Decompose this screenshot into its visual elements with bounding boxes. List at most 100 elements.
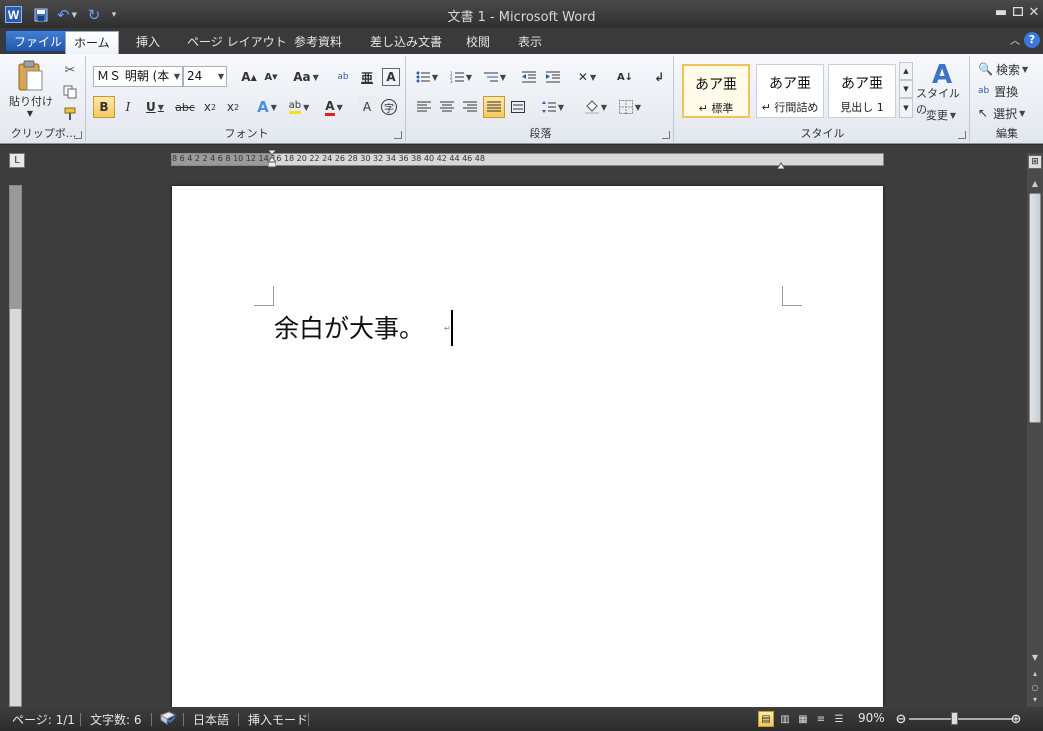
shrink-font-icon[interactable]: A ▼ xyxy=(262,68,280,86)
tab-insert[interactable]: 挿入 xyxy=(128,31,168,54)
grow-font-icon[interactable]: A ▲ xyxy=(240,68,258,86)
close-button[interactable]: ✕ xyxy=(1025,4,1043,22)
font-launcher-icon[interactable] xyxy=(394,131,402,139)
align-left-icon[interactable] xyxy=(414,96,434,118)
italic-button[interactable]: I xyxy=(118,96,138,118)
print-layout-view-icon[interactable]: ▤ xyxy=(758,711,774,727)
document-page[interactable]: 余白が大事。 ↵ xyxy=(172,186,883,707)
clear-formatting-icon[interactable]: 亜 xyxy=(358,68,376,86)
scroll-down-icon[interactable]: ▼ xyxy=(1030,653,1040,662)
browse-object-icon[interactable]: ○ xyxy=(1030,683,1040,692)
zoom-out-icon[interactable]: ⊖ xyxy=(893,711,909,727)
multilevel-list-icon[interactable]: ▼ xyxy=(482,68,508,86)
zoom-in-icon[interactable]: ⊕ xyxy=(1008,711,1024,727)
help-icon[interactable]: ? xyxy=(1024,32,1040,48)
paste-dropdown-icon[interactable]: ▼ xyxy=(22,108,38,118)
text-effects-icon[interactable]: A ▼ xyxy=(254,96,280,118)
character-border-icon[interactable]: A xyxy=(382,68,400,86)
draft-view-icon[interactable]: ☰ xyxy=(831,711,847,727)
word-count[interactable]: 文字数: 6 xyxy=(90,711,142,728)
align-center-icon[interactable] xyxy=(437,96,457,118)
ruler-toggle-icon[interactable]: ⊞ xyxy=(1028,155,1042,169)
styles-scroll-down-icon[interactable]: ▼ xyxy=(899,80,913,98)
right-indent-marker-icon[interactable] xyxy=(776,158,786,170)
tab-page-layout[interactable]: ページ レイアウト xyxy=(179,31,295,54)
tab-home[interactable]: ホーム xyxy=(65,31,119,54)
align-right-icon[interactable] xyxy=(460,96,480,118)
scroll-up-icon[interactable]: ▲ xyxy=(1030,179,1040,188)
shading-icon[interactable]: ▼ xyxy=(582,96,610,118)
numbering-icon[interactable]: 1 2 3 ▼ xyxy=(448,68,474,86)
change-case-icon[interactable]: Aa ▼ xyxy=(293,68,319,86)
superscript-button[interactable]: x2 xyxy=(223,96,243,118)
character-shading-icon[interactable]: A xyxy=(358,96,376,118)
paragraph-launcher-icon[interactable] xyxy=(662,131,670,139)
styles-more-icon[interactable]: ▼ xyxy=(899,98,913,118)
select-arrow-icon: ↖ xyxy=(978,106,989,120)
decrease-indent-icon[interactable] xyxy=(520,68,538,86)
zoom-slider-thumb[interactable] xyxy=(951,712,958,725)
paste-icon[interactable] xyxy=(12,60,48,92)
clipboard-launcher-icon[interactable] xyxy=(74,131,82,139)
asian-layout-icon[interactable]: ✕ ▼ xyxy=(574,68,600,86)
paste-button[interactable]: 貼り付け xyxy=(8,94,54,108)
phonetic-guide-icon[interactable]: ab xyxy=(334,68,352,86)
style-heading-1[interactable]: あア亜 見出し 1 xyxy=(828,64,896,118)
styles-launcher-icon[interactable] xyxy=(958,131,966,139)
bold-button[interactable]: B xyxy=(93,96,115,118)
underline-button[interactable]: U ▼ xyxy=(142,96,168,118)
sort-icon[interactable]: A↓ xyxy=(616,68,634,86)
zoom-level[interactable]: 90% xyxy=(858,711,885,725)
next-page-icon[interactable]: ▾ xyxy=(1030,695,1040,704)
tab-file[interactable]: ファイル xyxy=(5,30,72,52)
cut-icon[interactable]: ✂ xyxy=(62,62,78,78)
styles-scroll-up-icon[interactable]: ▲ xyxy=(899,62,913,80)
style-normal[interactable]: あア亜 ↵ 標準 xyxy=(682,64,750,118)
font-size-combo[interactable]: 24 ▼ xyxy=(183,66,227,87)
previous-page-icon[interactable]: ▴ xyxy=(1030,669,1040,678)
horizontal-ruler[interactable]: 8 6 4 2 2 4 6 8 10 12 14 16 18 20 22 24 … xyxy=(171,149,884,170)
minimize-button[interactable]: ▬ xyxy=(992,4,1010,22)
select-button[interactable]: ↖ 選択 ▼ xyxy=(978,104,1040,122)
distributed-icon[interactable] xyxy=(508,96,528,118)
change-styles-button[interactable]: 変更 ▼ xyxy=(916,108,966,122)
page-count[interactable]: ページ: 1/1 xyxy=(12,711,75,728)
copy-icon[interactable] xyxy=(62,84,78,100)
proofing-icon[interactable] xyxy=(159,711,177,728)
strikethrough-button[interactable]: abc xyxy=(174,96,196,118)
web-layout-icon[interactable]: ▦ xyxy=(795,711,811,727)
enclose-characters-icon[interactable]: 字 xyxy=(380,96,398,118)
insert-mode-indicator[interactable]: 挿入モード xyxy=(248,711,308,728)
tab-review[interactable]: 校閲 xyxy=(458,31,498,54)
document-text[interactable]: 余白が大事。 xyxy=(274,309,424,345)
vertical-ruler[interactable] xyxy=(9,185,22,707)
indent-marker-icon[interactable] xyxy=(266,149,278,168)
font-color-icon[interactable]: A ▼ xyxy=(320,96,348,118)
tab-view[interactable]: 表示 xyxy=(510,31,550,54)
highlight-icon[interactable]: ab ▼ xyxy=(284,96,314,118)
format-painter-icon[interactable] xyxy=(62,106,78,122)
show-formatting-marks-icon[interactable]: ↲ xyxy=(650,68,668,86)
clipboard-group-label: クリップボ... xyxy=(10,127,77,140)
full-screen-reading-icon[interactable]: ▥ xyxy=(777,711,793,727)
language-indicator[interactable]: 日本語 xyxy=(193,711,229,728)
style-heading-1-name: 見出し 1 xyxy=(840,101,884,114)
outline-view-icon[interactable]: ≡ xyxy=(813,711,829,727)
tab-mailings[interactable]: 差し込み文書 xyxy=(362,31,450,54)
subscript-button[interactable]: x2 xyxy=(200,96,220,118)
justify-icon[interactable] xyxy=(483,96,505,118)
replace-button[interactable]: ab 置換 xyxy=(978,82,1040,100)
borders-icon[interactable]: ▼ xyxy=(616,96,644,118)
scrollbar-thumb[interactable] xyxy=(1029,193,1041,423)
bullets-icon[interactable]: ▼ xyxy=(414,68,440,86)
find-button[interactable]: 🔍 検索 ▼ xyxy=(978,60,1040,78)
increase-indent-icon[interactable] xyxy=(544,68,562,86)
font-name-combo[interactable]: ＭＳ 明朝 (本 ▼ xyxy=(93,66,183,87)
line-spacing-icon[interactable]: ▼ xyxy=(540,96,566,118)
style-no-spacing[interactable]: あア亜 ↵ 行間詰め xyxy=(756,64,824,118)
tab-references[interactable]: 参考資料 xyxy=(286,31,350,54)
zoom-slider-track[interactable] xyxy=(909,718,1013,720)
vertical-scrollbar[interactable]: ⊞ ▲ ▼ ▴ ○ ▾ xyxy=(1027,153,1043,707)
tab-selector[interactable]: L xyxy=(9,153,25,168)
change-styles-label-1[interactable]: スタイルの xyxy=(916,87,970,116)
